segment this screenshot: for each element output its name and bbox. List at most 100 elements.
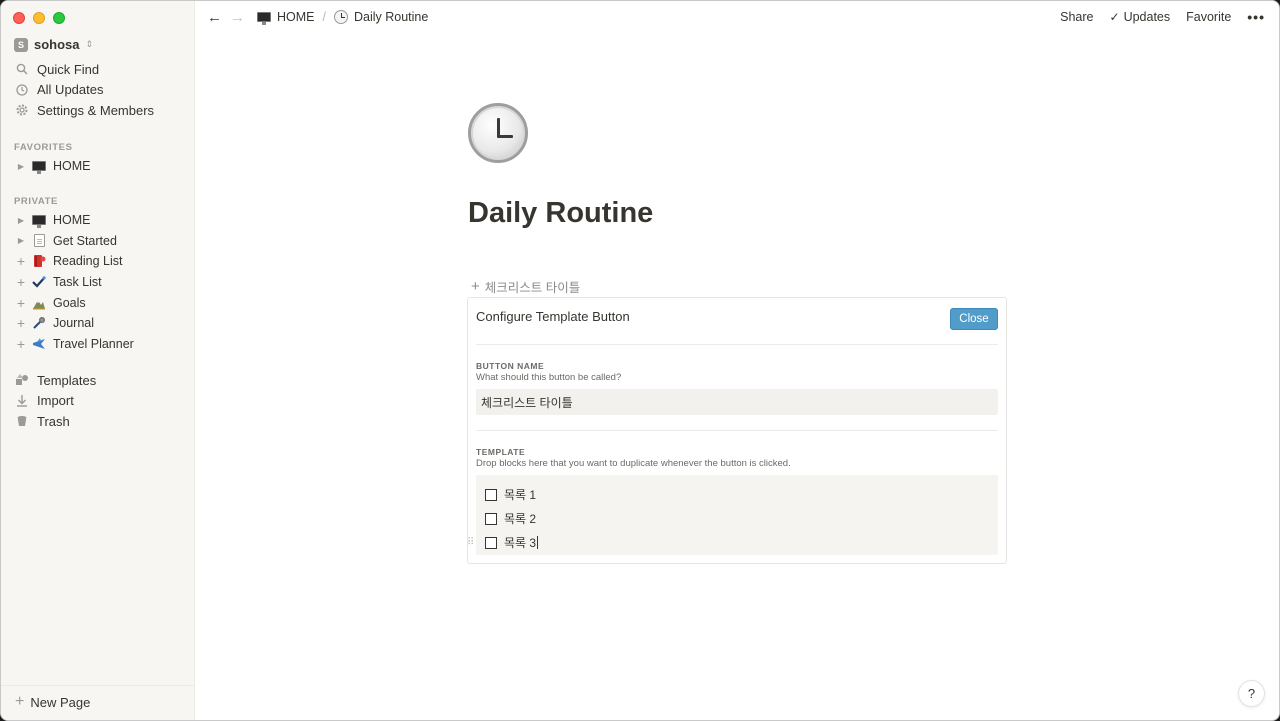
chevron-updown-icon: ⇕ xyxy=(85,39,94,49)
sidebar-item-settings[interactable]: Settings & Members xyxy=(1,100,195,121)
forward-arrow-icon[interactable]: → xyxy=(230,9,245,26)
new-page-button[interactable]: + New Page xyxy=(1,685,195,710)
divider xyxy=(476,430,998,431)
triangle-right-icon[interactable]: ▶ xyxy=(15,236,27,245)
page-clock-icon[interactable] xyxy=(468,103,528,163)
checkmark-icon xyxy=(31,274,47,290)
window-controls xyxy=(13,12,65,24)
sidebar-item-import[interactable]: Import xyxy=(1,391,195,412)
favorites-list: ▶ HOME xyxy=(1,156,195,177)
minimize-window-button[interactable] xyxy=(33,12,45,24)
clock-icon xyxy=(333,10,348,24)
todo-item[interactable]: ⠿ 목록 3 xyxy=(467,534,539,551)
more-options-icon[interactable]: ••• xyxy=(1247,9,1265,25)
sidebar-item-travel-planner[interactable]: + Travel Planner xyxy=(1,334,195,355)
new-page-label: New Page xyxy=(30,694,91,710)
checkbox[interactable] xyxy=(485,512,497,525)
checkbox[interactable] xyxy=(485,488,497,501)
sidebar-item-journal[interactable]: + Journal xyxy=(1,313,195,334)
plus-icon: + xyxy=(15,693,25,710)
shapes-icon xyxy=(15,373,29,387)
button-name-help: What should this button be called? xyxy=(476,372,622,383)
checkmark-icon: ✓ xyxy=(1109,10,1120,24)
template-drop-area[interactable]: 목록 1 목록 2 ⠿ 목록 3 xyxy=(467,475,998,555)
updates-label: Updates xyxy=(1123,10,1171,24)
template-button-label: 체크리스트 타이틀 xyxy=(484,281,581,295)
top-actions: Share ✓ Updates Favorite ••• xyxy=(1060,1,1265,33)
plus-icon[interactable]: + xyxy=(15,254,27,268)
clock-icon xyxy=(15,83,29,97)
sidebar-bottom-nav: Templates Import Trash xyxy=(1,370,195,432)
help-button[interactable]: ? xyxy=(1238,680,1265,707)
airplane-icon xyxy=(31,336,47,352)
plus-icon[interactable]: + xyxy=(15,296,27,310)
sidebar-item-label: Reading List xyxy=(53,254,123,269)
sidebar-item-label: Trash xyxy=(37,413,70,429)
trash-icon xyxy=(15,414,29,428)
triangle-right-icon[interactable]: ▶ xyxy=(15,162,27,171)
monitor-icon xyxy=(31,158,47,175)
triangle-right-icon[interactable]: ▶ xyxy=(15,216,27,225)
sidebar: S sohosa ⇕ Quick Find All Updates Settin… xyxy=(1,1,195,720)
updates-button[interactable]: ✓ Updates xyxy=(1110,10,1171,24)
breadcrumb-separator: / xyxy=(322,10,326,24)
private-list: ▶ HOME ▶ Get Started + Reading List + Ta… xyxy=(1,210,195,354)
document-icon xyxy=(31,233,47,249)
template-label: TEMPLATE xyxy=(476,447,526,457)
drag-handle-icon[interactable]: ⠿ xyxy=(467,537,474,548)
plus-icon[interactable]: + xyxy=(15,275,27,289)
close-window-button[interactable] xyxy=(13,12,25,24)
favorite-button[interactable]: Favorite xyxy=(1186,10,1231,24)
sidebar-item-label: HOME xyxy=(53,213,91,228)
sidebar-item-trash[interactable]: Trash xyxy=(1,411,195,432)
todo-text[interactable]: 목록 2 xyxy=(504,510,536,527)
sidebar-item-goals[interactable]: + Goals xyxy=(1,292,195,313)
sidebar-item-home-favorite[interactable]: ▶ HOME xyxy=(1,156,195,177)
search-icon xyxy=(15,62,29,76)
page-title[interactable]: Daily Routine xyxy=(468,197,653,230)
template-button[interactable]: + 체크리스트 타이틀 xyxy=(471,277,580,296)
todo-item[interactable]: 목록 2 xyxy=(485,510,536,527)
template-help: Drop blocks here that you want to duplic… xyxy=(476,458,791,469)
app-window: S sohosa ⇕ Quick Find All Updates Settin… xyxy=(0,0,1280,721)
sidebar-item-get-started[interactable]: ▶ Get Started xyxy=(1,231,195,252)
sidebar-item-all-updates[interactable]: All Updates xyxy=(1,80,195,101)
plus-icon[interactable]: + xyxy=(15,337,27,351)
workspace-switcher[interactable]: S sohosa ⇕ xyxy=(14,37,93,52)
plus-icon[interactable]: + xyxy=(15,316,27,330)
todo-item[interactable]: 목록 1 xyxy=(485,486,536,503)
book-icon xyxy=(31,253,47,269)
back-arrow-icon[interactable]: ← xyxy=(207,9,222,26)
configure-title: Configure Template Button xyxy=(476,309,630,324)
sidebar-item-label: Goals xyxy=(53,295,86,310)
sidebar-item-label: Task List xyxy=(53,275,102,290)
sidebar-item-home[interactable]: ▶ HOME xyxy=(1,210,195,231)
configure-template-panel: Configure Template Button Close BUTTON N… xyxy=(467,297,1007,564)
private-section-label: PRIVATE xyxy=(14,196,58,207)
button-name-input[interactable]: 체크리스트 타이틀 xyxy=(476,389,998,415)
share-button[interactable]: Share xyxy=(1060,10,1093,24)
sidebar-item-quick-find[interactable]: Quick Find xyxy=(1,59,195,80)
close-button[interactable]: Close xyxy=(950,308,998,330)
mountain-icon xyxy=(31,295,47,311)
breadcrumb-current[interactable]: Daily Routine xyxy=(333,10,428,24)
plus-icon: + xyxy=(471,278,480,295)
sidebar-item-label: All Updates xyxy=(37,82,104,98)
todo-text[interactable]: 목록 3 xyxy=(504,534,536,551)
workspace-avatar: S xyxy=(14,37,28,52)
todo-text[interactable]: 목록 1 xyxy=(504,486,536,503)
checkbox[interactable] xyxy=(485,536,497,549)
breadcrumb-home[interactable]: HOME xyxy=(257,10,315,25)
sidebar-item-templates[interactable]: Templates xyxy=(1,370,195,391)
sidebar-item-reading-list[interactable]: + Reading List xyxy=(1,251,195,272)
sidebar-item-label: Get Started xyxy=(53,233,117,248)
topbar: ← → HOME / Daily Routine Share ✓ Updates … xyxy=(195,1,1279,33)
button-name-label: BUTTON NAME xyxy=(476,361,545,371)
zoom-window-button[interactable] xyxy=(53,12,65,24)
microphone-icon xyxy=(31,315,47,331)
sidebar-item-task-list[interactable]: + Task List xyxy=(1,272,195,293)
divider xyxy=(476,344,998,345)
text-cursor xyxy=(537,536,539,549)
workspace-name: sohosa xyxy=(34,37,80,52)
breadcrumb-label: HOME xyxy=(277,10,315,24)
